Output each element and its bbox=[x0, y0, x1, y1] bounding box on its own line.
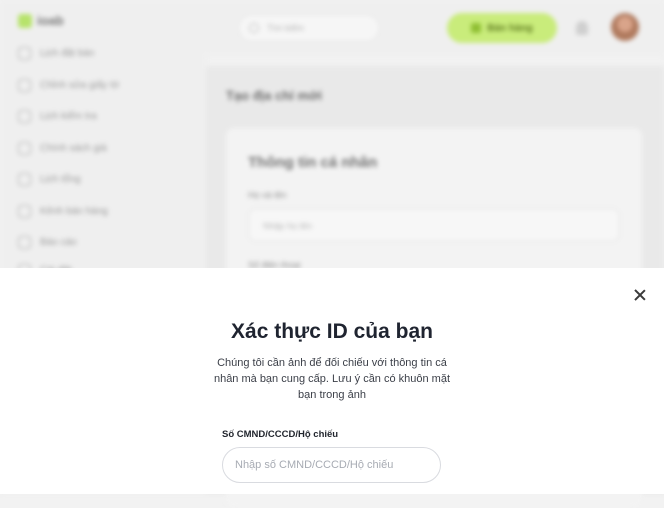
modal-title: Xác thực ID của bạn bbox=[231, 320, 433, 343]
edit-icon bbox=[18, 78, 31, 92]
sidebar-item-label: Chính sách giá bbox=[40, 142, 107, 154]
sidebar-item-label: Lịch kiểm tra bbox=[40, 110, 97, 122]
app-logo: ioab bbox=[18, 13, 64, 28]
tag-icon bbox=[18, 141, 31, 155]
sidebar-item-schedule[interactable]: Lịch tổng bbox=[18, 169, 81, 189]
sidebar-item-reports[interactable]: Báo cáo bbox=[18, 232, 77, 252]
id-number-input[interactable] bbox=[222, 447, 441, 483]
sidebar-item-pricing[interactable]: Chính sách giá bbox=[18, 138, 107, 158]
search-input[interactable]: Tìm kiếm bbox=[238, 14, 380, 42]
name-field[interactable]: Nhập họ tên bbox=[248, 208, 620, 242]
name-field-label: Họ và tên bbox=[248, 190, 287, 200]
store-icon bbox=[18, 204, 31, 218]
modal-description: Chúng tôi cần ảnh để đối chiếu với thông… bbox=[213, 357, 451, 401]
sell-button-label: Bán hàng bbox=[487, 22, 533, 34]
logo-icon bbox=[18, 13, 32, 28]
sidebar-item-bookings[interactable]: Lịch đặt bàn bbox=[18, 43, 95, 63]
cart-icon bbox=[471, 23, 482, 33]
sidebar-item-inspections[interactable]: Lịch kiểm tra bbox=[18, 106, 97, 126]
sidebar-item-label: Lịch tổng bbox=[40, 173, 81, 185]
bell-icon[interactable] bbox=[576, 21, 588, 35]
sidebar-item-label: Kênh bán hàng bbox=[40, 205, 108, 217]
close-icon[interactable] bbox=[632, 287, 648, 303]
sidebar-item-channels[interactable]: Kênh bán hàng bbox=[18, 201, 108, 221]
sidebar-item-label: Báo cáo bbox=[40, 236, 77, 248]
sidebar-item-label: Chỉnh sửa giấy tờ bbox=[40, 79, 120, 91]
id-number-label: Số CMND/CCCD/Hộ chiếu bbox=[222, 429, 339, 440]
clock-icon bbox=[18, 172, 31, 186]
chart-icon bbox=[18, 235, 31, 249]
sell-button[interactable]: Bán hàng bbox=[447, 13, 557, 43]
search-icon bbox=[249, 23, 259, 33]
search-placeholder: Tìm kiếm bbox=[267, 23, 304, 33]
checklist-icon bbox=[18, 109, 31, 123]
sidebar-item-documents[interactable]: Chỉnh sửa giấy tờ bbox=[18, 75, 119, 95]
calendar-icon bbox=[18, 46, 31, 60]
card-title: Thông tin cá nhân bbox=[248, 154, 378, 171]
logo-text: ioab bbox=[37, 13, 64, 28]
sidebar-item-label: Lịch đặt bàn bbox=[40, 47, 95, 59]
page-title: Tạo địa chỉ mới bbox=[226, 88, 322, 103]
avatar[interactable] bbox=[611, 13, 639, 41]
